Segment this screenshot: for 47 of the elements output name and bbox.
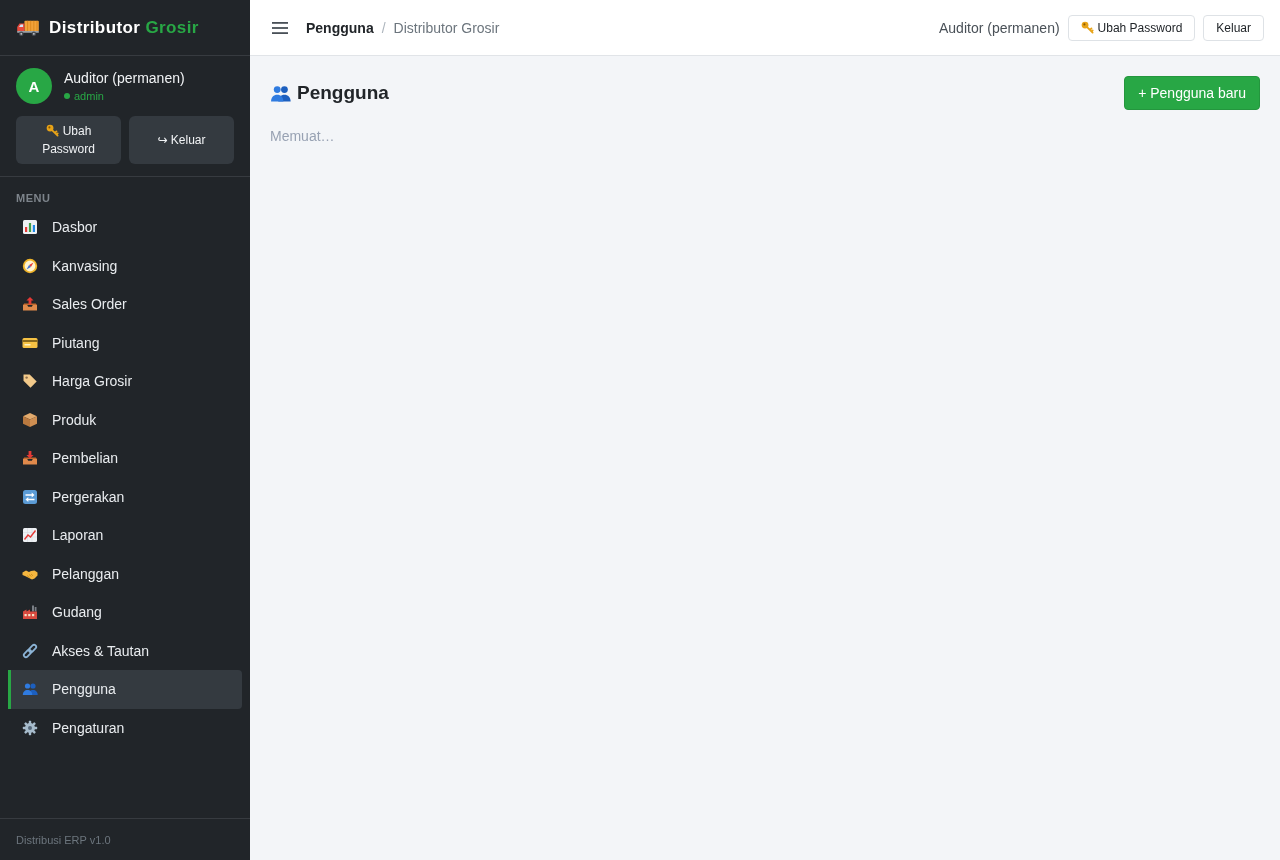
users-icon	[22, 681, 38, 698]
menu-heading: MENU	[16, 191, 51, 205]
compass-icon	[22, 257, 38, 274]
user-role: admin	[74, 89, 104, 104]
menu-item[interactable]: Pergerakan	[8, 477, 242, 516]
key-icon	[1080, 21, 1094, 34]
page-title: Pengguna	[297, 82, 389, 104]
line-chart-icon	[22, 527, 38, 544]
box-icon	[22, 411, 38, 428]
menu-icon[interactable]	[272, 21, 288, 34]
factory-icon	[22, 604, 38, 621]
user-name: Auditor (permanen)	[64, 69, 185, 87]
menu-item[interactable]: Kanvasing	[8, 246, 242, 285]
settings-icon	[22, 719, 38, 736]
user-name: Auditor (permanen)	[938, 19, 1060, 36]
menu-item[interactable]: Pelanggan	[8, 554, 242, 593]
key-icon	[45, 124, 59, 137]
brand-name: Distributor Grosir	[49, 17, 199, 38]
loading-text: Memuat…	[270, 128, 335, 145]
link-icon	[22, 642, 38, 659]
menu-item[interactable]: Produk	[8, 400, 242, 439]
menu-item[interactable]: Pengguna	[8, 670, 242, 709]
menu-item[interactable]: Harga Grosir	[8, 362, 242, 401]
change-password-button[interactable]: Ubah Password	[1067, 14, 1196, 41]
breadcrumb-current: Pengguna	[306, 19, 374, 36]
avatar: A	[16, 68, 52, 104]
truck-icon	[16, 18, 40, 37]
menu-item[interactable]: Piutang	[8, 323, 242, 362]
bar-chart-icon	[22, 219, 38, 236]
breadcrumb-separator: /	[381, 19, 386, 36]
version-text: Distribusi ERP v1.0	[16, 833, 111, 846]
logout-button[interactable]: ↪ Keluar	[129, 116, 234, 164]
menu-item[interactable]: Dasbor	[8, 208, 242, 247]
swap-arrows-icon	[22, 488, 38, 505]
menu-item[interactable]: Pembelian	[8, 439, 242, 478]
change-password-button[interactable]: Ubah Password	[16, 116, 121, 164]
outbox-tray-icon	[22, 296, 38, 313]
status-dot-icon	[64, 93, 70, 99]
menu-item[interactable]: Laporan	[8, 516, 242, 555]
menu-item[interactable]: Pengaturan	[8, 708, 242, 747]
menu-item[interactable]: Akses & Tautan	[8, 631, 242, 670]
menu-item[interactable]: Sales Order	[8, 285, 242, 324]
logout-button[interactable]: Keluar	[1203, 14, 1264, 41]
breadcrumb-item: Distributor Grosir	[393, 19, 500, 36]
menu-item[interactable]: Gudang	[8, 593, 242, 632]
inbox-tray-icon	[22, 450, 38, 467]
tag-icon	[22, 373, 38, 390]
